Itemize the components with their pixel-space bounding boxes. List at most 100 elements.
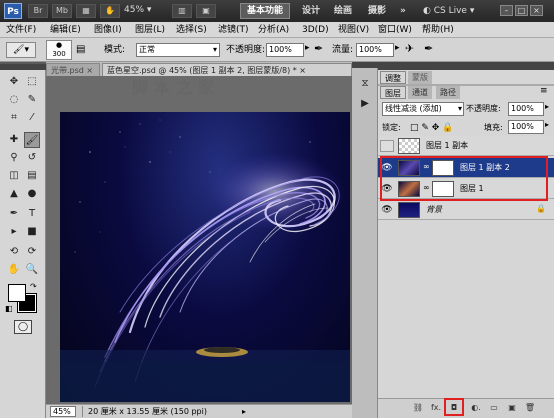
trash-icon[interactable]: 🗑 xyxy=(524,402,536,414)
move-tool-icon[interactable]: ✥ xyxy=(6,74,22,90)
quick-select-tool-icon[interactable]: ✎ xyxy=(24,92,40,108)
tab-layers[interactable]: 图层 xyxy=(380,86,406,99)
marquee-tool-icon[interactable]: ⬚ xyxy=(24,74,40,90)
foreground-color-swatch[interactable] xyxy=(8,284,26,302)
actions-panel-icon[interactable]: ▶ xyxy=(357,96,373,112)
menu-filter[interactable]: 滤镜(T) xyxy=(218,24,249,36)
screen-mode-icon[interactable]: ▣ xyxy=(196,4,216,18)
menu-edit[interactable]: 编辑(E) xyxy=(50,24,81,36)
status-menu-arrow[interactable]: ▸ xyxy=(242,406,246,417)
layer-style-icon[interactable]: fx. xyxy=(430,402,442,414)
opacity-slider-arrow[interactable]: ▸ xyxy=(545,102,549,111)
flow-dropdown-arrow[interactable]: ▸ xyxy=(395,43,400,53)
zoom-level-select[interactable]: 45% ▾ xyxy=(124,5,168,18)
adjustment-layer-icon[interactable]: ◐. xyxy=(470,402,482,414)
airbrush-icon[interactable]: ✈ xyxy=(405,42,414,55)
layer-opacity-input[interactable]: 100% xyxy=(508,102,544,116)
link-layers-icon[interactable]: ⛓ xyxy=(412,402,424,414)
close-button[interactable]: × xyxy=(530,5,543,16)
status-zoom-input[interactable]: 45% xyxy=(50,406,76,417)
tool-preset-picker[interactable]: 🖌▾ xyxy=(6,42,36,58)
bridge-icon[interactable]: Br xyxy=(28,4,48,18)
hand-zoom-icon[interactable]: ✋ xyxy=(100,4,120,18)
eyedropper-tool-icon[interactable]: ⁄ xyxy=(24,110,40,126)
rectangle-tool-icon[interactable]: ■ xyxy=(24,224,40,240)
lasso-tool-icon[interactable]: ◌ xyxy=(6,92,22,108)
brush-panel-icon[interactable]: ▤ xyxy=(76,44,88,56)
workspace-essentials-button[interactable]: 基本功能 xyxy=(240,3,290,19)
history-brush-tool-icon[interactable]: ↺ xyxy=(24,150,40,166)
eye-icon[interactable]: 👁 xyxy=(380,204,394,216)
close-icon[interactable]: × xyxy=(299,66,306,75)
type-tool-icon[interactable]: T xyxy=(24,206,40,222)
menu-view[interactable]: 视图(V) xyxy=(338,24,369,36)
3d-rotate-tool-icon[interactable]: ⟲ xyxy=(6,244,22,260)
opacity-input[interactable]: 100% xyxy=(266,43,304,57)
tab-blue-starry-sky[interactable]: 蓝色星空.psd @ 45% (图层 1 副本 2, 图层蒙版/8) * × xyxy=(102,63,352,76)
menu-image[interactable]: 图像(I) xyxy=(94,24,122,36)
menu-3d[interactable]: 3D(D) xyxy=(302,24,329,36)
blur-tool-icon[interactable]: ▲ xyxy=(6,186,22,202)
galaxy-light-trail-image xyxy=(60,119,350,402)
workspace-design-button[interactable]: 设计 xyxy=(302,3,320,19)
tab-channels[interactable]: 通道 xyxy=(408,86,432,99)
pressure-size-icon[interactable]: ✒ xyxy=(424,42,433,55)
crop-tool-icon[interactable]: ⌗ xyxy=(6,110,22,126)
minimize-button[interactable]: – xyxy=(500,5,513,16)
tab-paths[interactable]: 路径 xyxy=(436,86,460,99)
panel-menu-icon[interactable]: ≡ xyxy=(540,86,548,96)
brush-tool-icon[interactable]: 🖌 xyxy=(24,132,40,148)
fill-slider-arrow[interactable]: ▸ xyxy=(545,120,549,129)
more-workspaces-button[interactable]: » xyxy=(400,3,406,19)
visibility-toggle-off[interactable] xyxy=(380,140,394,152)
default-colors-icon[interactable]: ◧ xyxy=(5,304,13,313)
cs-live-button[interactable]: ◐ CS Live ▾ xyxy=(423,4,479,18)
opacity-dropdown-arrow[interactable]: ▸ xyxy=(305,43,310,53)
tab-light-band[interactable]: 光带.psd × xyxy=(46,63,100,76)
clone-stamp-tool-icon[interactable]: ⚲ xyxy=(6,150,22,166)
panel-column-header[interactable] xyxy=(352,62,378,68)
healing-brush-tool-icon[interactable]: ✚ xyxy=(6,132,22,148)
flow-input[interactable]: 100% xyxy=(356,43,394,57)
new-group-icon[interactable]: ▭ xyxy=(488,402,500,414)
hand-tool-icon[interactable]: ✋ xyxy=(6,262,22,278)
gradient-tool-icon[interactable]: ▤ xyxy=(24,168,40,184)
new-layer-icon[interactable]: ▣ xyxy=(506,402,518,414)
layer-row-copy-1[interactable]: 图层 1 副本 xyxy=(378,136,554,156)
minibridge-icon[interactable]: Mb xyxy=(52,4,72,18)
fill-input[interactable]: 100% xyxy=(508,120,544,134)
view-extras-icon[interactable]: ▦ xyxy=(76,4,96,18)
menu-window[interactable]: 窗口(W) xyxy=(378,24,412,36)
maximize-button[interactable]: □ xyxy=(515,5,528,16)
menu-help[interactable]: 帮助(H) xyxy=(422,24,454,36)
pen-tool-icon[interactable]: ✒ xyxy=(6,206,22,222)
dodge-tool-icon[interactable]: ● xyxy=(24,186,40,202)
workspace-painting-button[interactable]: 绘画 xyxy=(334,3,352,19)
close-icon[interactable]: × xyxy=(86,66,93,75)
3d-orbit-tool-icon[interactable]: ⟳ xyxy=(24,244,40,260)
swap-colors-icon[interactable]: ↷ xyxy=(30,282,37,291)
arrange-documents-icon[interactable]: ▥ xyxy=(172,4,192,18)
blend-mode-select[interactable]: 正常 ▾ xyxy=(136,43,220,57)
quick-mask-icon[interactable]: ◯ xyxy=(14,320,32,334)
tools-panel-header[interactable] xyxy=(0,64,46,70)
menu-analysis[interactable]: 分析(A) xyxy=(258,24,289,36)
document-canvas[interactable] xyxy=(60,112,350,402)
panel-group-header[interactable] xyxy=(378,62,554,70)
eraser-tool-icon[interactable]: ◫ xyxy=(6,168,22,184)
path-selection-tool-icon[interactable]: ▸ xyxy=(6,224,22,240)
brush-tool-icon: 🖌 xyxy=(13,45,25,55)
layer-blend-mode-select[interactable]: 线性减淡 (添加) ▾ xyxy=(382,102,464,116)
menu-layer[interactable]: 图层(L) xyxy=(135,24,165,36)
history-panel-icon[interactable]: ⧖ xyxy=(357,76,373,92)
brush-preset-picker[interactable]: ● 300 xyxy=(46,40,72,60)
lock-options-icon[interactable]: □ ✎ ✥ 🔒 xyxy=(410,122,453,134)
zoom-tool-icon[interactable]: 🔍 xyxy=(24,262,40,278)
menu-select[interactable]: 选择(S) xyxy=(176,24,207,36)
pressure-opacity-icon[interactable]: ✒ xyxy=(314,42,323,55)
tab-masks[interactable]: 蒙版 xyxy=(408,71,432,84)
tab-adjustments[interactable]: 调整 xyxy=(380,71,406,84)
layer-row-background[interactable]: 👁 背景 🔒 xyxy=(378,200,554,220)
menu-file[interactable]: 文件(F) xyxy=(6,24,36,36)
workspace-photography-button[interactable]: 摄影 xyxy=(368,3,386,19)
